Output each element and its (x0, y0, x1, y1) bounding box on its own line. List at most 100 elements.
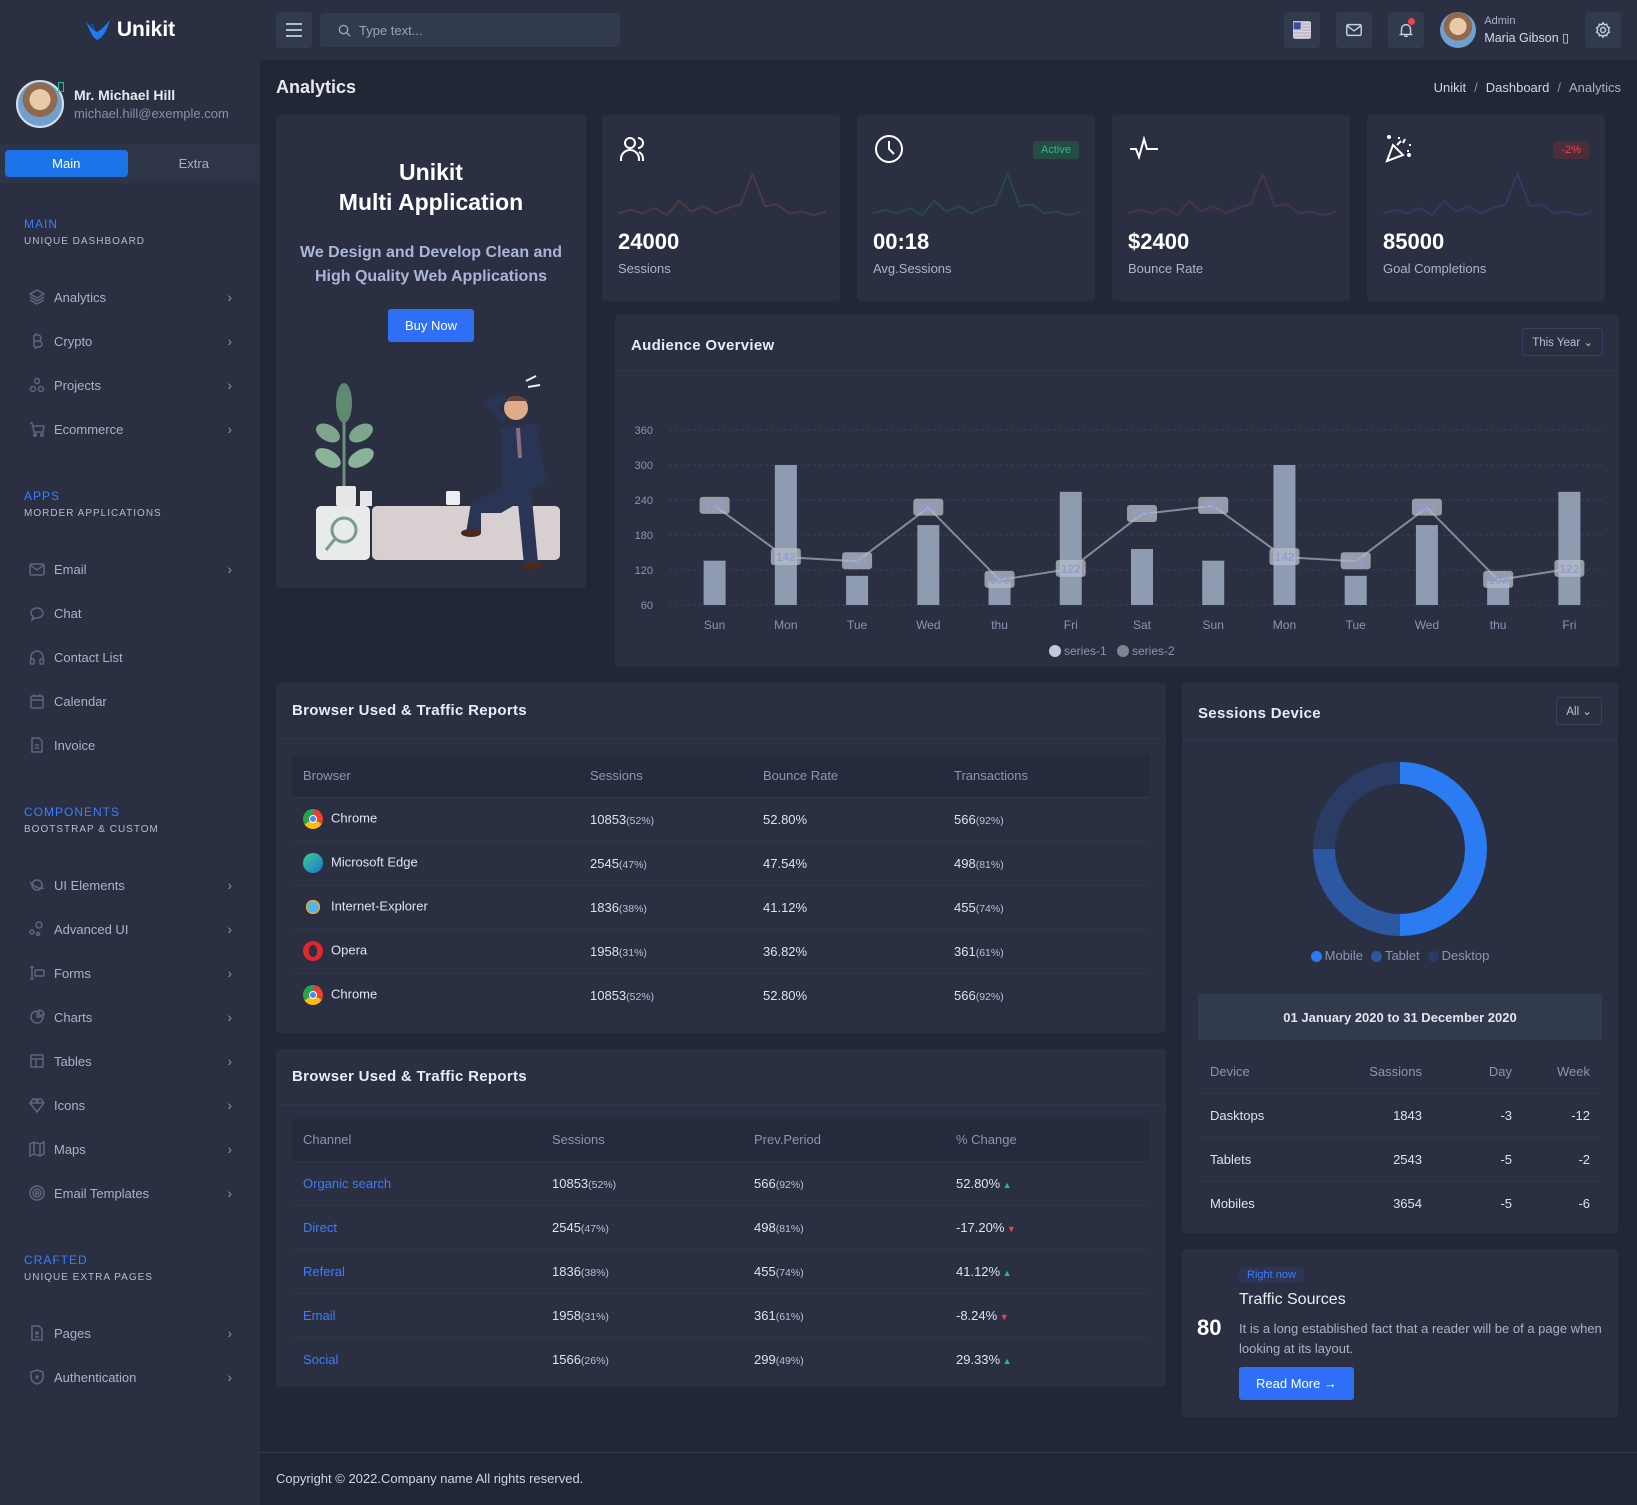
device-filter-select[interactable]: All ⌄ (1556, 697, 1602, 725)
sidebar-item-email-templates[interactable]: Email Templates › (0, 1171, 260, 1215)
x-tick-label: Fri (1562, 618, 1576, 632)
browser-cell: Opera (292, 928, 590, 973)
legend-item-desktop[interactable]: Desktop (1427, 948, 1489, 963)
table-row[interactable]: Mobiles 3654 -5 -6 (1198, 1180, 1602, 1225)
search-input[interactable] (359, 22, 599, 38)
opera-icon (303, 941, 323, 961)
file-icon (31, 737, 43, 753)
change-cell: 29.33% ▲ (956, 1336, 1150, 1381)
legend-item-tablet[interactable]: Tablet (1370, 948, 1420, 963)
browser-cell: Chrome (292, 796, 590, 841)
legend-series-2[interactable]: series-2 (1132, 644, 1175, 658)
settings-button[interactable] (1585, 12, 1621, 48)
chevron-right-icon: › (227, 333, 232, 349)
browser-table: Browser Sessions Bounce Rate Transaction… (292, 755, 1150, 1017)
legend-series-1[interactable]: series-1 (1064, 644, 1107, 658)
sidebar-item-calendar[interactable]: Calendar (0, 679, 260, 723)
table-row[interactable]: Opera 1958(31%) 36.82% 361(61%) (292, 928, 1150, 973)
table-row[interactable]: Internet-Explorer 1836(38%) 41.12% 455(74%) (292, 884, 1150, 929)
channel-link[interactable]: Social (303, 1352, 338, 1367)
sidebar-item-projects[interactable]: Projects › (0, 363, 260, 407)
channel-link[interactable]: Direct (303, 1220, 337, 1235)
search-box[interactable] (320, 13, 620, 47)
notifications-button[interactable] (1388, 12, 1425, 48)
table-row[interactable]: Microsoft Edge 2545(47%) 47.54% 498(81%) (292, 840, 1150, 885)
tab-extra[interactable]: Extra (133, 150, 256, 177)
sidebar-item-invoice[interactable]: Invoice (0, 723, 260, 767)
donut-slice-mobile[interactable] (1400, 762, 1487, 936)
sidebar-item-advanced-ui[interactable]: Advanced UI › (0, 907, 260, 951)
sidebar-item-pages[interactable]: Pages › (0, 1311, 260, 1355)
channel-link[interactable]: Referal (303, 1264, 345, 1279)
read-more-button[interactable]: Read More → (1239, 1367, 1354, 1400)
table-row[interactable]: Direct 2545(47%) 498(81%) -17.20% ▼ (292, 1204, 1150, 1249)
sessions-value: 1958 (590, 943, 619, 959)
bounce-rate-cell: 52.80% (763, 796, 954, 841)
user-menu[interactable]: Admin Maria Gibson ▯ (1440, 12, 1569, 48)
prev-period-cell: 361(61%) (754, 1292, 956, 1337)
breadcrumb-separator: / (1557, 80, 1561, 95)
sidebar-item-ecommerce[interactable]: Ecommerce › (0, 407, 260, 451)
promo-title: Unikit Multi Application (276, 157, 586, 217)
sidebar-item-ui-elements[interactable]: UI Elements › (0, 863, 260, 907)
legend-item-mobile[interactable]: Mobile (1310, 948, 1363, 963)
table-row[interactable]: Referal 1836(38%) 455(74%) 41.12% ▲ (292, 1248, 1150, 1293)
sidebar-item-tables[interactable]: Tables › (0, 1039, 260, 1083)
sidebar-section-subtitle: UNIQUE DASHBOARD (24, 236, 146, 247)
sidebar-item-icons[interactable]: Icons › (0, 1083, 260, 1127)
donut-slice-tablet[interactable] (1313, 849, 1400, 936)
y-tick-label: 180 (635, 530, 653, 542)
breadcrumb-unikit[interactable]: Unikit (1434, 80, 1467, 95)
sessions-cell: 3654 (1322, 1180, 1422, 1225)
table-row[interactable]: Dasktops 1843 -3 -12 (1198, 1092, 1602, 1137)
sidebar-item-email[interactable]: Email › (0, 547, 260, 591)
sidebar-item-analytics[interactable]: Analytics › (0, 275, 260, 319)
stat-value: 00:18 (873, 229, 930, 254)
language-button[interactable] (1284, 12, 1321, 48)
sparkline (873, 172, 1081, 217)
sidebar-item-maps[interactable]: Maps › (0, 1127, 260, 1171)
brand-logo[interactable]: Unikit (0, 0, 260, 60)
channel-link[interactable]: Organic search (303, 1176, 391, 1191)
forms-icon (30, 966, 45, 980)
table-row[interactable]: Organic search 10853(52%) 566(92%) 52.80% ▲ (292, 1160, 1150, 1205)
browser-name: Opera (331, 942, 368, 958)
table-row[interactable]: Tablets 2543 -5 -2 (1198, 1136, 1602, 1181)
hamburger-icon (286, 23, 302, 37)
breadcrumb-dashboard[interactable]: Dashboard (1486, 80, 1550, 95)
stat-value: 24000 (618, 229, 680, 254)
tab-main[interactable]: Main (5, 150, 128, 177)
data-label: 230 (705, 499, 725, 513)
menu-toggle-button[interactable] (276, 12, 312, 48)
sidebar-item-crypto[interactable]: Crypto › (0, 319, 260, 363)
sidebar-item-contact-list[interactable]: Contact List (0, 635, 260, 679)
table-row[interactable]: Chrome 10853(52%) 52.80% 566(92%) (292, 796, 1150, 841)
data-label: 122 (1061, 562, 1081, 576)
table-row[interactable]: Chrome 10853(52%) 52.80% 566(92%) (292, 972, 1150, 1017)
stat-card-sessions: 24000 Sessions (602, 115, 840, 301)
table-row[interactable]: Email 1958(31%) 361(61%) -8.24% ▼ (292, 1292, 1150, 1337)
buy-now-button[interactable]: Buy Now (387, 309, 475, 342)
sidebar-section-title: CRAFTED (24, 1253, 88, 1267)
messages-button[interactable] (1336, 12, 1373, 48)
bubbles-icon (29, 921, 43, 937)
sidebar-profile[interactable]: Mr. Michael Hill michael.hill@exemple.co… (0, 60, 260, 144)
change-cell: -8.24% ▼ (956, 1292, 1150, 1337)
channel-link[interactable]: Email (303, 1308, 336, 1323)
sidebar-item-label: Maps (54, 1141, 86, 1157)
sidebar-item-charts[interactable]: Charts › (0, 995, 260, 1039)
sessions-device-title: Sessions Device (1198, 705, 1321, 722)
sparkline (1128, 172, 1336, 217)
col-day: Day (1488, 1064, 1512, 1080)
browser-report-card: Browser Used & Traffic Reports Browser S… (276, 683, 1166, 1033)
sessions-value: 1836 (590, 899, 619, 915)
sidebar-item-chat[interactable]: Chat (0, 591, 260, 635)
sidebar-item-forms[interactable]: Forms › (0, 951, 260, 995)
donut-slice-desktop[interactable] (1313, 762, 1400, 849)
bounce-rate-cell: 41.12% (763, 884, 954, 929)
table-row[interactable]: Social 1566(26%) 299(49%) 29.33% ▲ (292, 1336, 1150, 1381)
sidebar-item-authentication[interactable]: Authentication › (0, 1355, 260, 1399)
headphones-icon (29, 650, 45, 665)
col-change: % Change (956, 1119, 1150, 1161)
sessions-donut-chart (1313, 762, 1487, 936)
